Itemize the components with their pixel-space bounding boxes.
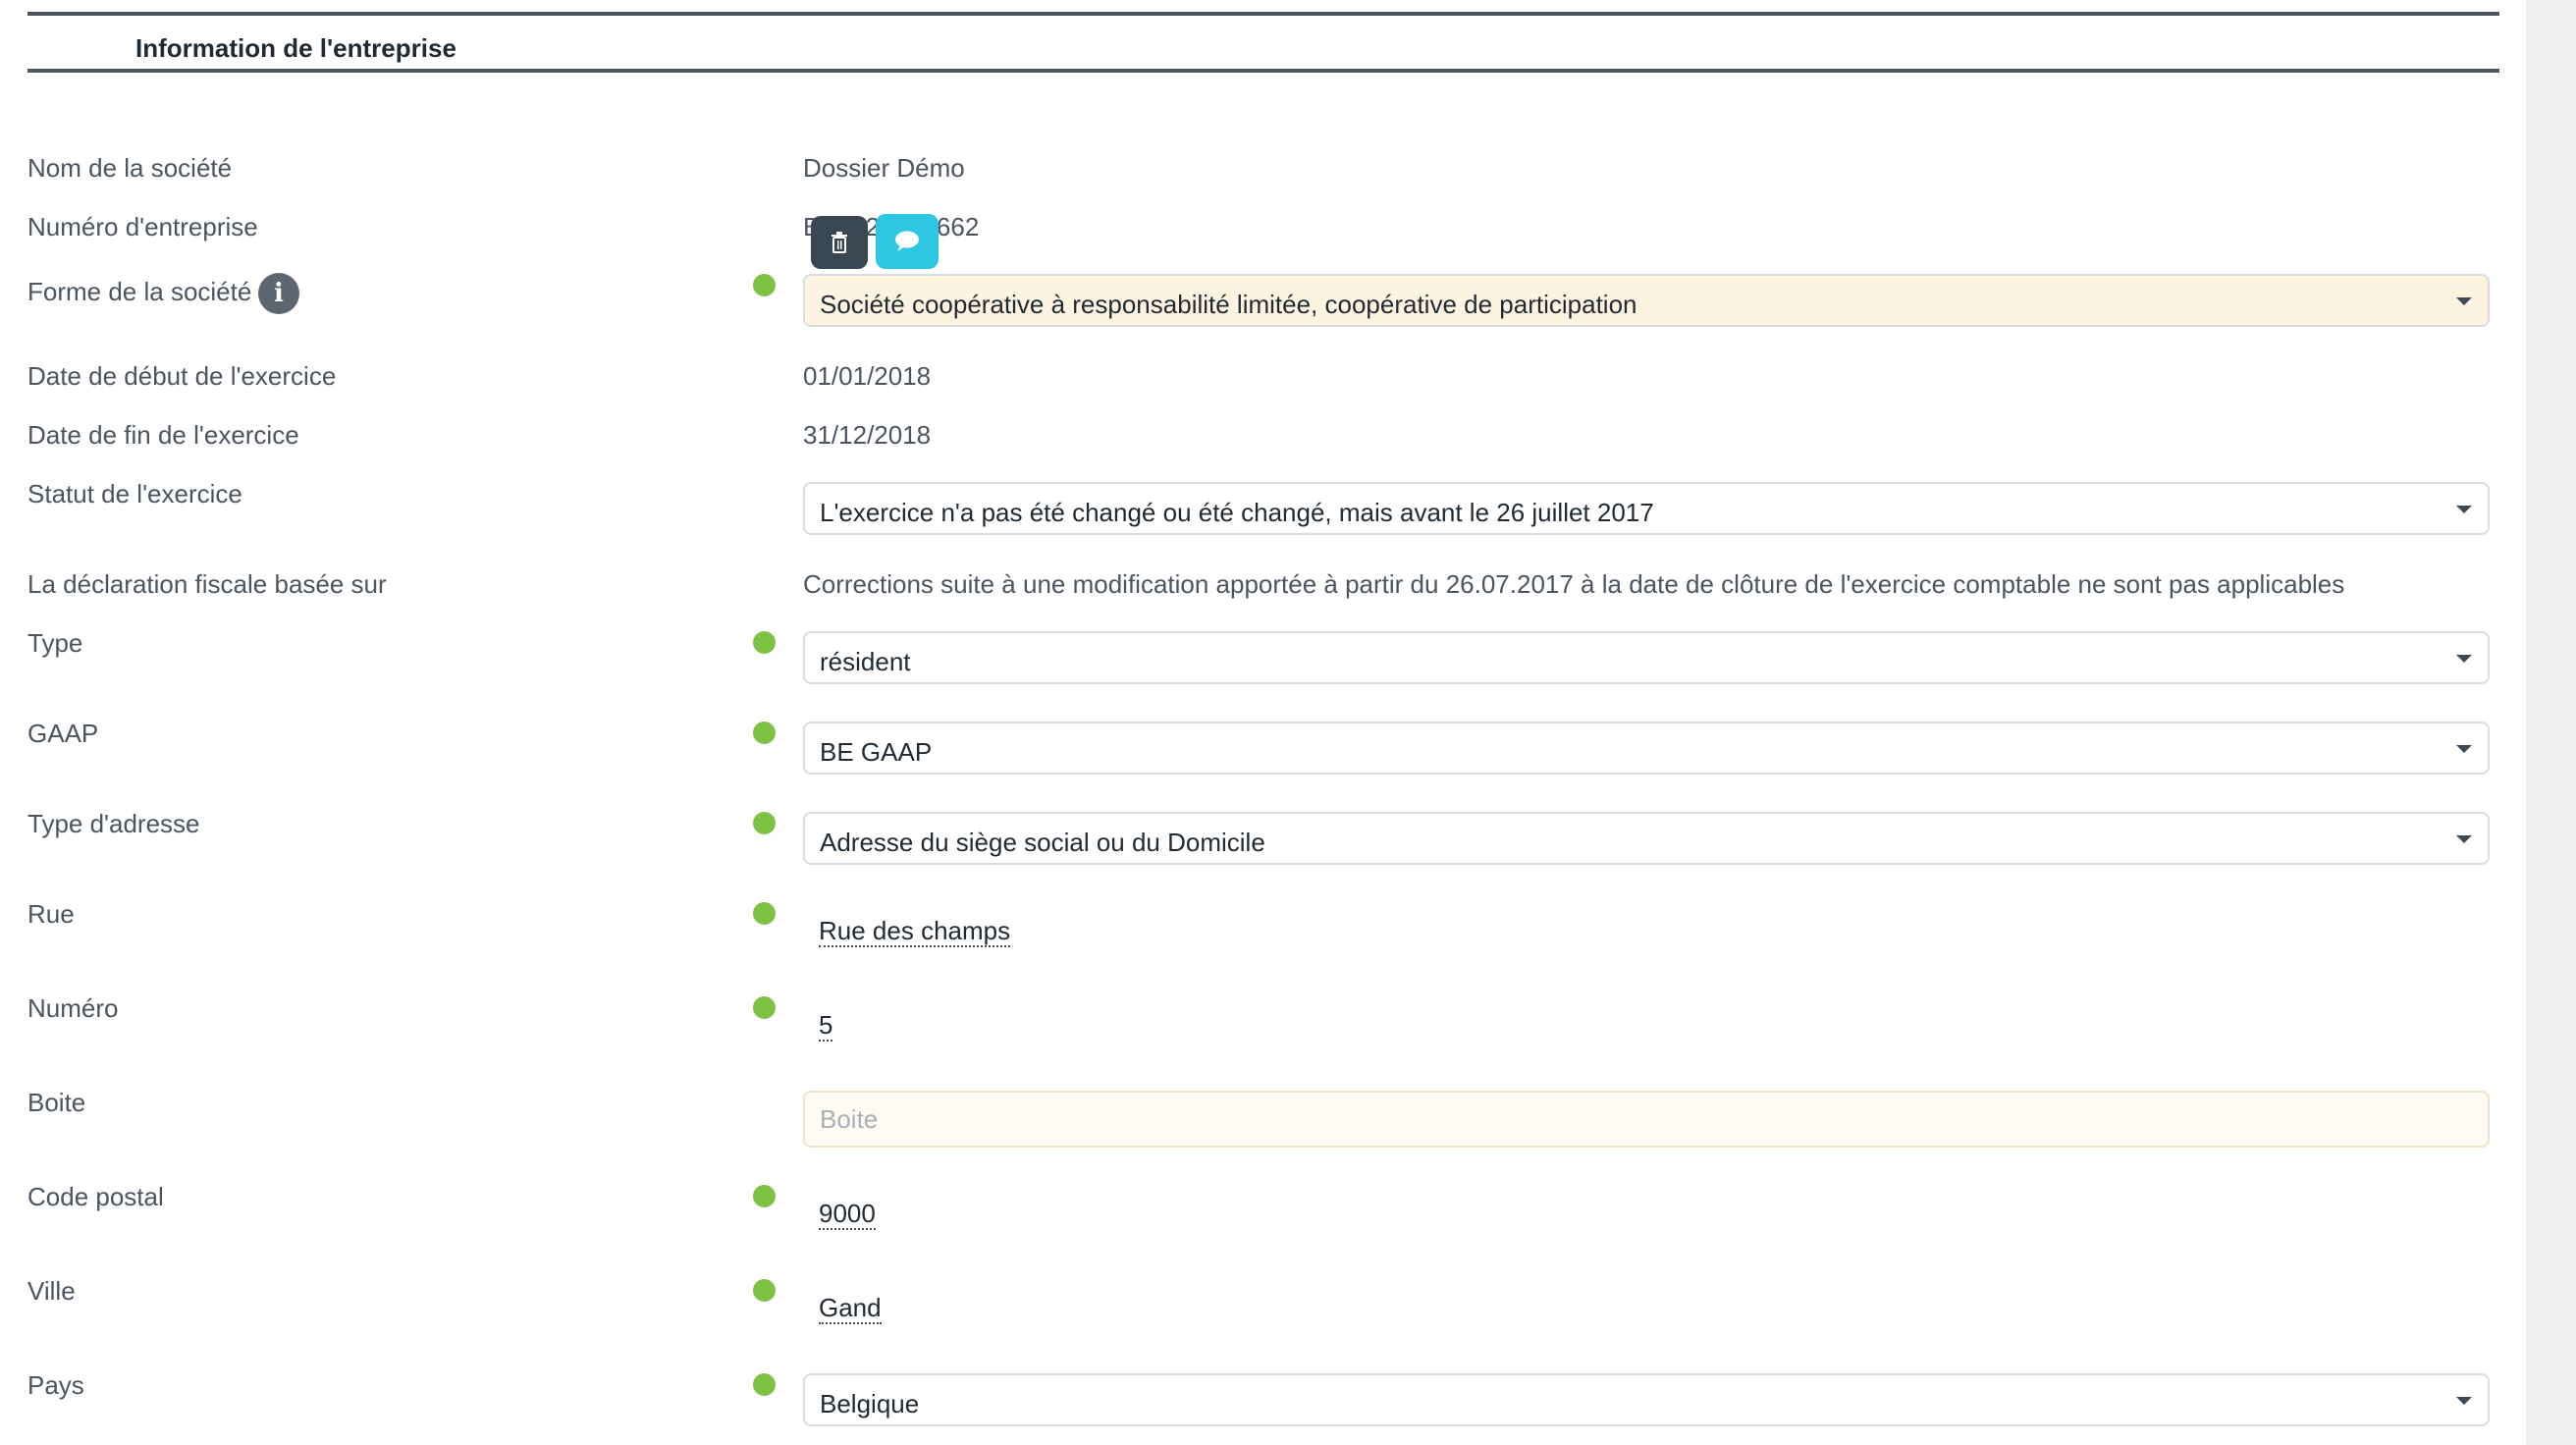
address-type-select[interactable]: Adresse du siège social ou du Domicile: [803, 812, 2490, 865]
status-dot: [753, 902, 776, 925]
caret-down-icon: [2456, 655, 2472, 663]
scrollbar-track[interactable]: [2526, 0, 2576, 1445]
fiscal-start-value: 01/01/2018: [803, 361, 932, 391]
status-dot: [753, 274, 776, 296]
info-icon[interactable]: i: [258, 273, 299, 314]
type-label: Type: [27, 628, 83, 658]
status-dot: [753, 722, 776, 744]
postal-code-label: Code postal: [27, 1182, 164, 1211]
fiscal-end-value: 31/12/2018: [803, 420, 932, 450]
status-dot: [753, 1185, 776, 1207]
country-select[interactable]: Belgique: [803, 1373, 2490, 1426]
company-form-selected: Société coopérative à responsabilité lim…: [820, 290, 1637, 319]
status-dot: [753, 1373, 776, 1396]
fiscal-status-selected: L'exercice n'a pas été changé ou été cha…: [820, 498, 1654, 527]
country-selected: Belgique: [820, 1389, 920, 1418]
trash-icon: [832, 232, 847, 253]
caret-down-icon: [2456, 297, 2472, 305]
street-editable[interactable]: Rue des champs: [819, 917, 1011, 947]
address-type-label: Type d'adresse: [27, 809, 200, 838]
street-label: Rue: [27, 899, 75, 929]
gaap-label: GAAP: [27, 719, 99, 748]
fiscal-status-select[interactable]: L'exercice n'a pas été changé ou été cha…: [803, 482, 2490, 535]
fiscal-status-label: Statut de l'exercice: [27, 479, 242, 508]
comment-button[interactable]: [876, 214, 939, 269]
type-selected: résident: [820, 647, 911, 676]
company-name-value: Dossier Démo: [803, 153, 965, 183]
gaap-select[interactable]: BE GAAP: [803, 722, 2490, 775]
country-label: Pays: [27, 1370, 84, 1400]
box-input[interactable]: [803, 1091, 2490, 1148]
box-label: Boite: [27, 1088, 86, 1117]
number-editable[interactable]: 5: [819, 1011, 833, 1042]
section-title: Information de l'entreprise: [135, 33, 456, 63]
number-label: Numéro: [27, 993, 119, 1023]
city-label: Ville: [27, 1276, 76, 1306]
status-dot: [753, 631, 776, 654]
comment-icon: [895, 231, 919, 251]
delete-button[interactable]: [811, 216, 868, 269]
address-type-selected: Adresse du siège social ou du Domicile: [820, 828, 1265, 857]
tax-declaration-label: La déclaration fiscale basée sur: [27, 569, 387, 599]
caret-down-icon: [2456, 835, 2472, 843]
tax-declaration-value: Corrections suite à une modification app…: [803, 569, 2345, 599]
company-name-label: Nom de la société: [27, 153, 233, 183]
fiscal-start-label: Date de début de l'exercice: [27, 361, 337, 391]
gaap-selected: BE GAAP: [820, 737, 933, 767]
section-header: Information de l'entreprise: [27, 12, 2499, 73]
postal-code-editable[interactable]: 9000: [819, 1200, 876, 1230]
company-number-label: Numéro d'entreprise: [27, 212, 258, 241]
status-dot: [753, 1279, 776, 1302]
city-editable[interactable]: Gand: [819, 1294, 882, 1324]
company-form-label: Forme de la société: [27, 277, 252, 306]
caret-down-icon: [2456, 1397, 2472, 1405]
caret-down-icon: [2456, 506, 2472, 513]
company-form-select[interactable]: Société coopérative à responsabilité lim…: [803, 274, 2490, 327]
status-dot: [753, 996, 776, 1019]
status-dot: [753, 812, 776, 834]
fiscal-end-label: Date de fin de l'exercice: [27, 420, 299, 450]
caret-down-icon: [2456, 745, 2472, 753]
type-select[interactable]: résident: [803, 631, 2490, 684]
